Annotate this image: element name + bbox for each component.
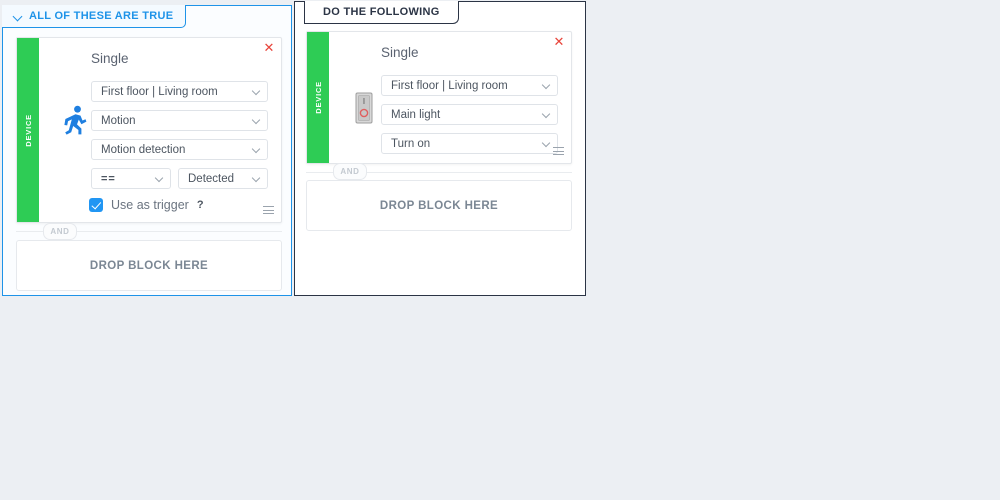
condition-dropzone[interactable]: DROP BLOCK HERE	[16, 240, 282, 291]
action-command-select[interactable]: Turn on	[381, 133, 558, 154]
condition-capability-select[interactable]: Motion	[91, 110, 268, 131]
action-panel: DO THE FOLLOWING DEVICE ✕ Single First f…	[294, 1, 586, 296]
light-switch-icon	[349, 88, 379, 128]
condition-capability-value: Motion	[101, 114, 136, 127]
chevron-down-icon	[251, 86, 261, 96]
condition-attribute-value: Motion detection	[101, 143, 186, 156]
chevron-down-icon	[251, 115, 261, 125]
action-device-value: Main light	[391, 108, 441, 121]
use-as-trigger-label: Use as trigger	[111, 198, 189, 212]
condition-connector-and: AND	[43, 223, 77, 240]
action-connector-and: AND	[333, 163, 367, 180]
condition-value-value: Detected	[188, 172, 235, 185]
condition-block-category-label: DEVICE	[23, 113, 33, 147]
action-block-category-label: DEVICE	[313, 81, 323, 114]
action-dropzone[interactable]: DROP BLOCK HERE	[306, 180, 572, 231]
chevron-down-icon	[251, 173, 261, 183]
hamburger-handle-icon[interactable]	[553, 145, 565, 157]
tab-do-the-following[interactable]: DO THE FOLLOWING	[304, 1, 459, 24]
condition-tab-label: ALL OF THESE ARE TRUE	[29, 10, 174, 22]
condition-panel: ALL OF THESE ARE TRUE DEVICE ✕ Single Fi…	[2, 5, 292, 296]
chevron-down-icon	[541, 80, 551, 90]
chevron-down-icon	[541, 138, 551, 148]
close-icon[interactable]: ✕	[553, 35, 565, 48]
action-block-category-bar: DEVICE	[307, 32, 329, 163]
action-block-body: ✕ Single First floor | Living room Main …	[329, 32, 571, 163]
condition-block-category-bar: DEVICE	[17, 38, 39, 222]
action-command-value: Turn on	[391, 137, 431, 150]
action-block-title: Single	[381, 45, 419, 60]
condition-operator-select[interactable]: ==	[91, 168, 171, 189]
tab-all-of-these-are-true[interactable]: ALL OF THESE ARE TRUE	[2, 5, 187, 28]
condition-location-value: First floor | Living room	[101, 85, 218, 98]
help-icon[interactable]: ?	[197, 199, 204, 211]
condition-block-title: Single	[91, 51, 129, 66]
running-person-motion-icon	[59, 100, 89, 140]
condition-block[interactable]: DEVICE ✕ Single First floor | Living roo…	[16, 37, 282, 223]
chevron-down-icon	[541, 109, 551, 119]
condition-attribute-select[interactable]: Motion detection	[91, 139, 268, 160]
chevron-down-icon	[14, 12, 23, 21]
action-location-select[interactable]: First floor | Living room	[381, 75, 558, 96]
close-icon[interactable]: ✕	[263, 41, 275, 54]
chevron-down-icon	[251, 144, 261, 154]
action-tab-label: DO THE FOLLOWING	[323, 6, 440, 18]
chevron-down-icon	[154, 173, 164, 183]
condition-block-body: ✕ Single First floor | Living room Motio…	[39, 38, 281, 222]
condition-location-select[interactable]: First floor | Living room	[91, 81, 268, 102]
condition-value-select[interactable]: Detected	[178, 168, 268, 189]
use-as-trigger-checkbox[interactable]	[89, 198, 103, 212]
hamburger-handle-icon[interactable]	[263, 204, 275, 216]
use-as-trigger-row: Use as trigger ?	[89, 198, 204, 212]
condition-operator-value: ==	[101, 172, 116, 185]
action-block[interactable]: DEVICE ✕ Single First floor | Living roo…	[306, 31, 572, 164]
rule-builder-canvas: ALL OF THESE ARE TRUE DEVICE ✕ Single Fi…	[0, 0, 1000, 500]
action-location-value: First floor | Living room	[391, 79, 508, 92]
action-device-select[interactable]: Main light	[381, 104, 558, 125]
